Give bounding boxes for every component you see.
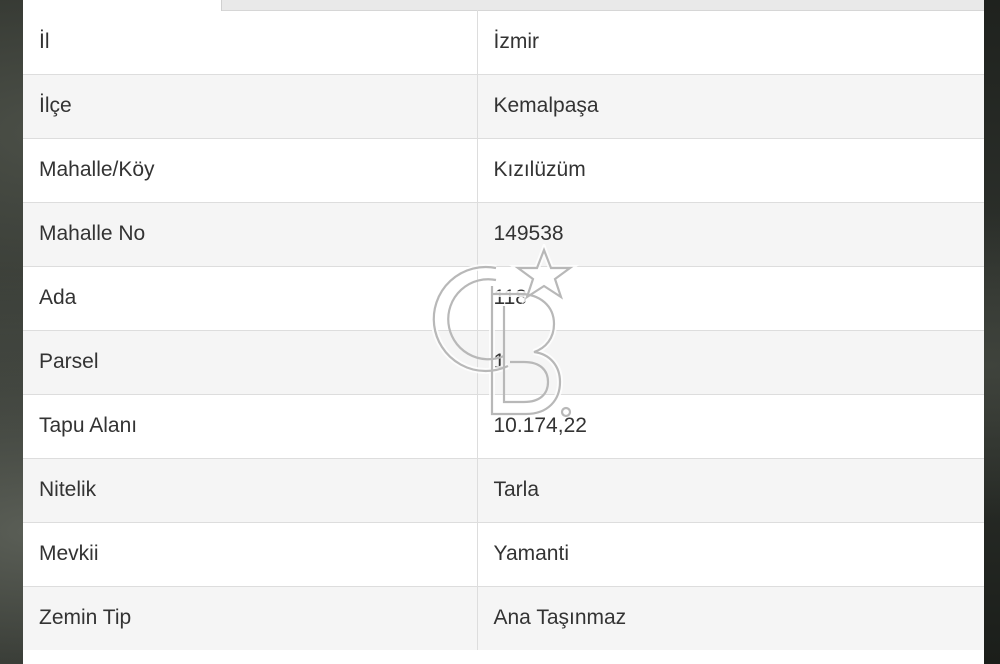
row-value: Kemalpaşa xyxy=(477,73,984,138)
row-label: Ada xyxy=(23,265,478,330)
table-row: İlçe Kemalpaşa xyxy=(23,73,984,138)
table-row: Nitelik Tarla xyxy=(23,457,984,522)
row-label: İl xyxy=(23,10,478,74)
table-row: Zemin Tip Ana Taşınmaz xyxy=(23,585,984,650)
row-label: Mahalle No xyxy=(23,201,478,266)
row-label: Tapu Alanı xyxy=(23,393,478,458)
row-value: 1 xyxy=(477,329,984,394)
row-value: Kızılüzüm xyxy=(477,137,984,202)
row-value: Ana Taşınmaz xyxy=(477,585,984,650)
property-info-table: İl İzmir İlçe Kemalpaşa Mahalle/Köy Kızı… xyxy=(23,10,984,650)
row-label: Mahalle/Köy xyxy=(23,137,478,202)
row-label: Parsel xyxy=(23,329,478,394)
row-value: İzmir xyxy=(493,29,540,53)
row-value: 10.174,22 xyxy=(477,393,984,458)
row-value: 149538 xyxy=(477,201,984,266)
row-value: 118 xyxy=(477,265,984,330)
row-value: Tarla xyxy=(477,457,984,522)
row-value: Yamanti xyxy=(477,521,984,586)
row-label: Mevkii xyxy=(23,521,478,586)
table-row: Ada 118 xyxy=(23,265,984,330)
property-info-panel: İl İzmir İlçe Kemalpaşa Mahalle/Köy Kızı… xyxy=(23,0,984,664)
table-row: Mevkii Yamanti xyxy=(23,521,984,586)
table-row: Mahalle No 149538 xyxy=(23,201,984,266)
table-row: Tapu Alanı 10.174,22 xyxy=(23,393,984,458)
table-row: Parsel 1 xyxy=(23,329,984,394)
row-label: Nitelik xyxy=(23,457,478,522)
table-row: İl İzmir xyxy=(23,10,984,74)
table-row: Mahalle/Köy Kızılüzüm xyxy=(23,137,984,202)
row-label: Zemin Tip xyxy=(23,585,478,650)
row-label: İlçe xyxy=(23,73,478,138)
